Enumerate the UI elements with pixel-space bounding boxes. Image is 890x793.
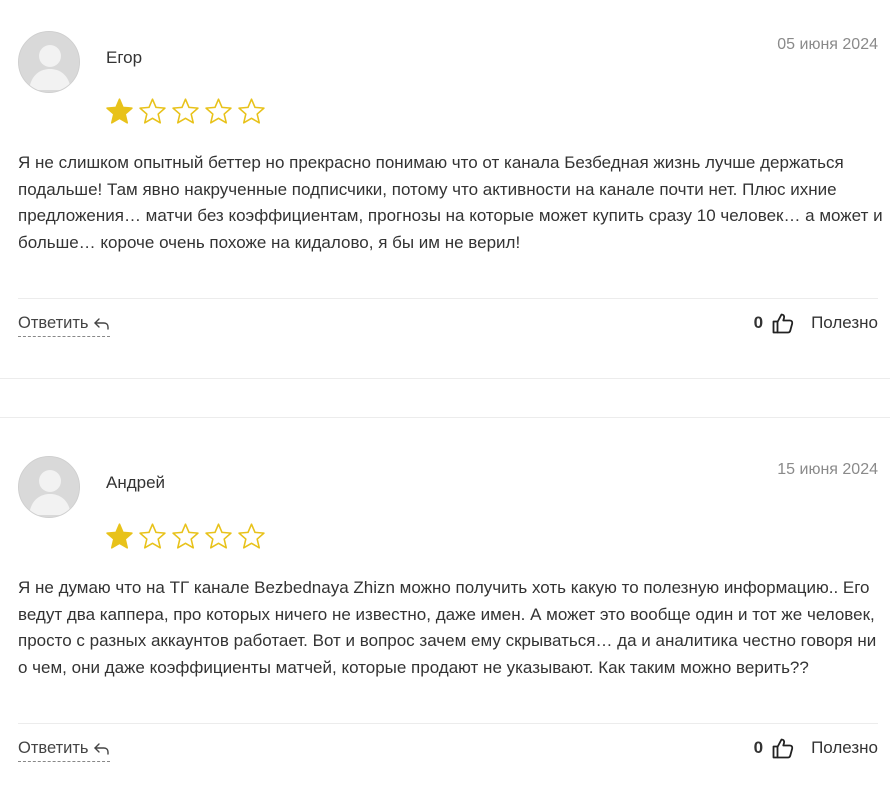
reply-button[interactable]: Ответить xyxy=(18,314,110,337)
section-separator xyxy=(0,417,890,418)
divider xyxy=(18,723,878,724)
divider xyxy=(18,298,878,299)
useful-block: 0 Полезно xyxy=(754,736,878,760)
like-count: 0 xyxy=(753,313,764,332)
avatar xyxy=(18,31,80,93)
thumbs-up-icon[interactable] xyxy=(771,736,795,760)
star-outline-icon xyxy=(139,523,166,549)
reply-label: Ответить xyxy=(18,314,89,332)
star-outline-icon xyxy=(172,523,199,549)
review-text: Я не слишком опытный беттер но прекрасно… xyxy=(18,153,883,252)
star-filled-icon xyxy=(106,98,133,124)
review-author: Андрей xyxy=(106,473,166,492)
useful-label: Полезно xyxy=(811,738,878,757)
star-filled-icon xyxy=(106,523,133,549)
thumbs-up-icon[interactable] xyxy=(771,311,795,335)
star-outline-icon xyxy=(238,98,265,124)
reply-label: Ответить xyxy=(18,739,89,757)
default-user-avatar-icon xyxy=(19,457,79,517)
review-date: 15 июня 2024 xyxy=(777,461,878,478)
star-rating xyxy=(105,97,266,126)
star-outline-icon xyxy=(205,98,232,124)
reply-button[interactable]: Ответить xyxy=(18,739,110,762)
avatar xyxy=(18,456,80,518)
review-date: 05 июня 2024 xyxy=(777,36,878,53)
useful-block: 0 Полезно xyxy=(754,311,878,335)
reply-arrow-icon xyxy=(93,742,109,755)
star-outline-icon xyxy=(172,98,199,124)
reply-arrow-icon xyxy=(93,317,109,330)
like-count: 0 xyxy=(753,738,764,757)
useful-label: Полезно xyxy=(811,313,878,332)
review-author: Егор xyxy=(106,48,143,67)
default-user-avatar-icon xyxy=(19,32,79,92)
section-separator xyxy=(0,378,890,379)
review-text: Я не думаю что на ТГ канале Bezbednaya Z… xyxy=(18,578,877,677)
star-outline-icon xyxy=(238,523,265,549)
star-rating xyxy=(105,522,266,551)
star-outline-icon xyxy=(205,523,232,549)
star-outline-icon xyxy=(139,98,166,124)
